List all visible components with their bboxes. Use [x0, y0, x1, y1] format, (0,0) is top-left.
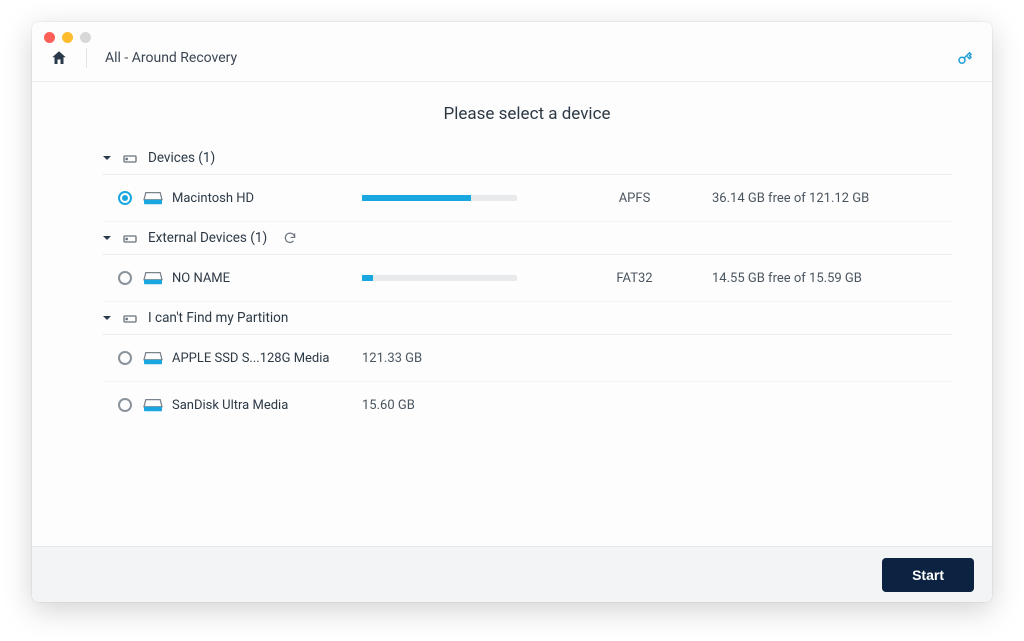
disk-icon: [122, 230, 138, 246]
drive-icon: [142, 189, 164, 207]
device-row[interactable]: APPLE SSD S...128G Media 121.33 GB: [102, 335, 952, 382]
radio-unselected[interactable]: [118, 351, 132, 365]
device-fs: APFS: [557, 191, 712, 206]
device-name: NO NAME: [172, 271, 362, 286]
device-name: SanDisk Ultra Media: [172, 398, 362, 413]
footer: Start: [32, 546, 992, 602]
drive-icon: [142, 349, 164, 367]
device-free: 14.55 GB free of 15.59 GB: [712, 271, 952, 286]
chevron-down-icon: [102, 313, 112, 323]
device-fs: FAT32: [557, 271, 712, 286]
group-header-lost-partition[interactable]: I can't Find my Partition: [102, 302, 952, 335]
device-row[interactable]: SanDisk Ultra Media 15.60 GB: [102, 382, 952, 428]
window-traffic-lights: [44, 32, 91, 43]
group-header-devices[interactable]: Devices (1): [102, 142, 952, 175]
drive-icon: [142, 269, 164, 287]
chevron-down-icon: [102, 233, 112, 243]
group-label: Devices (1): [148, 150, 215, 166]
home-icon[interactable]: [50, 49, 68, 67]
key-icon[interactable]: [956, 49, 974, 67]
radio-unselected[interactable]: [118, 271, 132, 285]
group-label: External Devices (1): [148, 230, 267, 246]
content-area: Please select a device Devices (1) Macin…: [32, 82, 992, 546]
radio-selected[interactable]: [118, 191, 132, 205]
device-row[interactable]: Macintosh HD APFS 36.14 GB free of 121.1…: [102, 175, 952, 222]
refresh-icon[interactable]: [283, 231, 297, 245]
window-minimize-icon[interactable]: [62, 32, 73, 43]
page-title: Please select a device: [102, 104, 952, 124]
device-name: Macintosh HD: [172, 191, 362, 206]
window-zoom-icon[interactable]: [80, 32, 91, 43]
chevron-down-icon: [102, 153, 112, 163]
radio-unselected[interactable]: [118, 398, 132, 412]
breadcrumb: All - Around Recovery: [105, 50, 237, 66]
toolbar-divider: [86, 48, 87, 68]
group-header-external[interactable]: External Devices (1): [102, 222, 952, 255]
device-size: 121.33 GB: [362, 351, 557, 366]
device-row[interactable]: NO NAME FAT32 14.55 GB free of 15.59 GB: [102, 255, 952, 302]
disk-icon: [122, 150, 138, 166]
app-window: All - Around Recovery Please select a de…: [32, 22, 992, 602]
usage-bar: [362, 275, 517, 281]
usage-bar: [362, 195, 517, 201]
start-button[interactable]: Start: [882, 558, 974, 592]
drive-icon: [142, 396, 164, 414]
toolbar: All - Around Recovery: [32, 34, 992, 82]
window-close-icon[interactable]: [44, 32, 55, 43]
device-size: 15.60 GB: [362, 398, 557, 413]
device-name: APPLE SSD S...128G Media: [172, 351, 362, 366]
group-label: I can't Find my Partition: [148, 310, 288, 326]
disk-icon: [122, 310, 138, 326]
device-free: 36.14 GB free of 121.12 GB: [712, 191, 952, 206]
